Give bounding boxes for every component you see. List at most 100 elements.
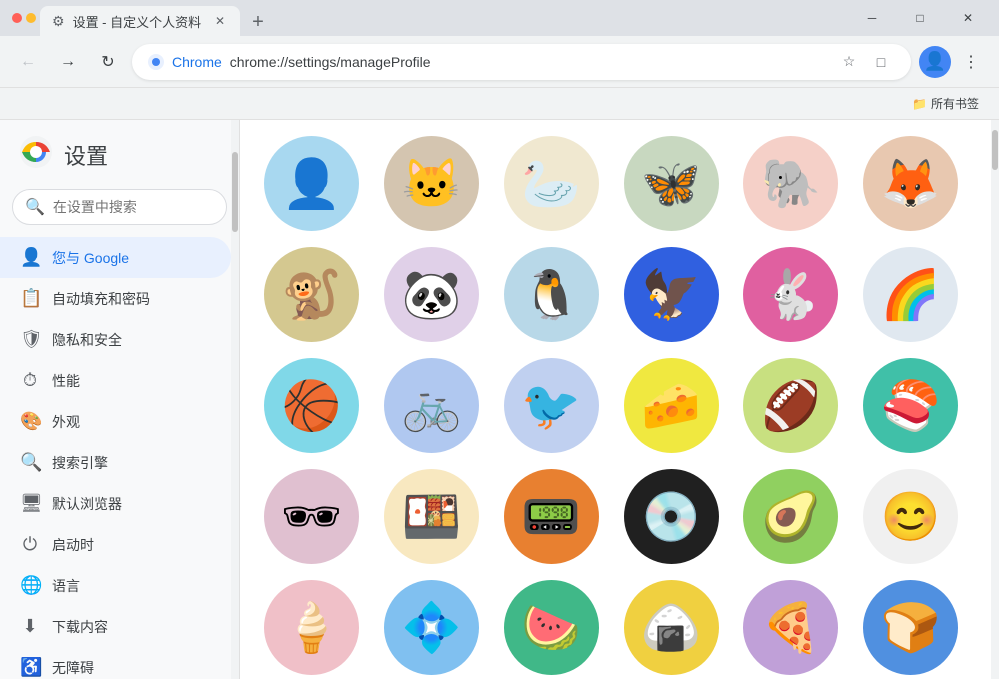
main-layout: 设置 🔍 👤 您与 Google 📋 自动填充和密码 🛡 隐私和安全 ⏱ 性能 … bbox=[0, 120, 999, 679]
avatar-cheese[interactable]: 🧀 bbox=[624, 358, 719, 453]
sidebar-item-7[interactable]: ⏻ 启动时 bbox=[0, 524, 231, 565]
sidebar-item-1[interactable]: 📋 自动填充和密码 bbox=[0, 278, 231, 319]
tab-close-button[interactable]: ✕ bbox=[212, 13, 228, 29]
all-bookmarks-item[interactable]: 📁 所有书签 bbox=[904, 91, 987, 116]
nav-label-6: 默认浏览器 bbox=[52, 494, 122, 514]
avatar-smiley[interactable]: 😊 bbox=[863, 469, 958, 564]
nav-label-5: 搜索引擎 bbox=[52, 453, 108, 473]
nav-icon-4: 🎨 bbox=[20, 411, 40, 432]
nav-label-0: 您与 Google bbox=[52, 248, 129, 268]
avatars-grid: 👤 🐱 🦢 🦋 🐘 🦊 🐒 🐼 🐧 🦅 🐇 🌈 🏀 🚲 🐦 🧀 🏈 🍣 🕶 🍱 📟 💿 🥑 😊 🍦 💠 🍉 🍙 🍕 🍞 bbox=[240, 120, 991, 679]
search-icon: 🔍 bbox=[25, 197, 45, 217]
avatar-basketball[interactable]: 🏀 bbox=[264, 358, 359, 453]
bookmarks-bar: 📁 所有书签 bbox=[0, 88, 999, 120]
refresh-button[interactable]: ↻ bbox=[92, 46, 124, 78]
avatar-fox[interactable]: 🦊 bbox=[863, 136, 958, 231]
avatar-panda[interactable]: 🐼 bbox=[384, 247, 479, 342]
avatar-penguin[interactable]: 🐧 bbox=[504, 247, 599, 342]
avatar-pizza[interactable]: 🍕 bbox=[743, 580, 838, 675]
sidebar-item-8[interactable]: 🌐 语言 bbox=[0, 565, 231, 606]
sidebar-scroll-thumb[interactable] bbox=[232, 152, 238, 232]
chrome-lock-icon bbox=[148, 54, 164, 70]
settings-gear-icon: ⚙ bbox=[52, 13, 65, 30]
sidebar-item-2[interactable]: 🛡 隐私和安全 bbox=[0, 319, 231, 360]
toolbar-icons: 👤 ⋮ bbox=[919, 46, 987, 78]
nav-icon-10: ♿ bbox=[20, 657, 40, 678]
forward-button[interactable]: → bbox=[52, 46, 84, 78]
avatar-icecream[interactable]: 🍦 bbox=[264, 580, 359, 675]
avatar-user-profile[interactable]: 👤 bbox=[264, 136, 359, 231]
avatar-origami-eagle[interactable]: 🦅 bbox=[624, 247, 719, 342]
sidebar-scrollbar[interactable] bbox=[231, 120, 239, 679]
profile-icon-button[interactable]: 👤 bbox=[919, 46, 951, 78]
search-bar[interactable]: 🔍 bbox=[12, 189, 227, 225]
nav-icon-3: ⏱ bbox=[20, 370, 40, 391]
sidebar: 设置 🔍 👤 您与 Google 📋 自动填充和密码 🛡 隐私和安全 ⏱ 性能 … bbox=[0, 120, 240, 679]
nav-icon-0: 👤 bbox=[20, 247, 40, 268]
right-scrollbar[interactable] bbox=[991, 120, 999, 679]
address-text: chrome://settings/manageProfile bbox=[230, 54, 827, 70]
avatar-sushi-plate[interactable]: 🍣 bbox=[863, 358, 958, 453]
split-tab-icon[interactable]: □ bbox=[867, 48, 895, 76]
avatar-bicycle[interactable]: 🚲 bbox=[384, 358, 479, 453]
avatar-sunglasses[interactable]: 🕶 bbox=[264, 469, 359, 564]
avatar-diamond[interactable]: 💠 bbox=[384, 580, 479, 675]
nav-label-2: 隐私和安全 bbox=[52, 330, 122, 350]
nav-icon-7: ⏻ bbox=[20, 534, 40, 555]
sidebar-item-4[interactable]: 🎨 外观 bbox=[0, 401, 231, 442]
search-input[interactable] bbox=[53, 199, 234, 215]
avatar-device[interactable]: 📟 bbox=[504, 469, 599, 564]
nav-icon-9: ⬇ bbox=[20, 616, 40, 637]
sidebar-item-6[interactable]: 🖥 默认浏览器 bbox=[0, 483, 231, 524]
nav-bar: ← → ↻ Chrome chrome://settings/managePro… bbox=[0, 36, 999, 88]
avatar-football[interactable]: 🏈 bbox=[743, 358, 838, 453]
avatar-origami-butterfly[interactable]: 🦋 bbox=[624, 136, 719, 231]
settings-title: 设置 bbox=[64, 139, 108, 171]
avatar-bird[interactable]: 🐦 bbox=[504, 358, 599, 453]
close-button[interactable]: ✕ bbox=[945, 0, 991, 36]
nav-label-4: 外观 bbox=[52, 412, 80, 432]
new-tab-button[interactable]: + bbox=[244, 8, 272, 36]
tab-title: 设置 - 自定义个人资料 bbox=[73, 12, 204, 31]
address-bar[interactable]: Chrome chrome://settings/manageProfile ☆… bbox=[132, 44, 911, 80]
avatar-vinyl[interactable]: 💿 bbox=[624, 469, 719, 564]
nav-label-8: 语言 bbox=[52, 576, 80, 596]
active-tab[interactable]: ⚙ 设置 - 自定义个人资料 ✕ bbox=[40, 6, 240, 36]
maximize-button[interactable]: □ bbox=[897, 0, 943, 36]
menu-button[interactable]: ⋮ bbox=[955, 46, 987, 78]
sidebar-item-5[interactable]: 🔍 搜索引擎 bbox=[0, 442, 231, 483]
avatar-origami-elephant[interactable]: 🐘 bbox=[743, 136, 838, 231]
window-controls: ─ □ ✕ bbox=[849, 0, 991, 36]
sidebar-item-9[interactable]: ⬇ 下载内容 bbox=[0, 606, 231, 647]
avatar-origami-bird[interactable]: 🦢 bbox=[504, 136, 599, 231]
nav-label-3: 性能 bbox=[52, 371, 80, 391]
avatar-rabbit[interactable]: 🐇 bbox=[743, 247, 838, 342]
sidebar-item-0[interactable]: 👤 您与 Google bbox=[0, 237, 231, 278]
bookmark-star-icon[interactable]: ☆ bbox=[835, 48, 863, 76]
back-button[interactable]: ← bbox=[12, 46, 44, 78]
title-bar: ⚙ 设置 - 自定义个人资料 ✕ + ─ □ ✕ bbox=[0, 0, 999, 36]
nav-icon-6: 🖥 bbox=[20, 493, 40, 514]
avatar-cat[interactable]: 🐱 bbox=[384, 136, 479, 231]
nav-icon-1: 📋 bbox=[20, 288, 40, 309]
avatar-onigiri[interactable]: 🍙 bbox=[624, 580, 719, 675]
minimize-button[interactable]: ─ bbox=[849, 0, 895, 36]
avatar-bread[interactable]: 🍞 bbox=[863, 580, 958, 675]
content-area: 👤🐱🦢🦋🐘🦊🐒🐼🐧🦅🐇🌈🏀🚲🐦🧀🏈🍣🕶🍱📟💿🥑😊🍦💠🍉🍙🍕🍞 创建点完链接方式 bbox=[240, 120, 991, 679]
avatar-monkey[interactable]: 🐒 bbox=[264, 247, 359, 342]
nav-label-7: 启动时 bbox=[52, 535, 94, 555]
traffic-minimize[interactable] bbox=[26, 13, 36, 23]
avatar-watermelon[interactable]: 🍉 bbox=[504, 580, 599, 675]
chrome-brand-label: Chrome bbox=[172, 54, 222, 70]
bookmarks-label: 所有书签 bbox=[931, 95, 979, 112]
avatar-sushi[interactable]: 🍱 bbox=[384, 469, 479, 564]
sidebar-item-3[interactable]: ⏱ 性能 bbox=[0, 360, 231, 401]
nav-icon-2: 🛡 bbox=[20, 329, 40, 350]
traffic-close[interactable] bbox=[12, 13, 22, 23]
sidebar-item-10[interactable]: ♿ 无障碍 bbox=[0, 647, 231, 679]
right-scroll-thumb[interactable] bbox=[992, 130, 998, 170]
avatar-rainbow[interactable]: 🌈 bbox=[863, 247, 958, 342]
nav-items-container: 👤 您与 Google 📋 自动填充和密码 🛡 隐私和安全 ⏱ 性能 🎨 外观 … bbox=[0, 237, 239, 679]
avatar-avocado[interactable]: 🥑 bbox=[743, 469, 838, 564]
sidebar-header: 设置 bbox=[0, 120, 239, 189]
